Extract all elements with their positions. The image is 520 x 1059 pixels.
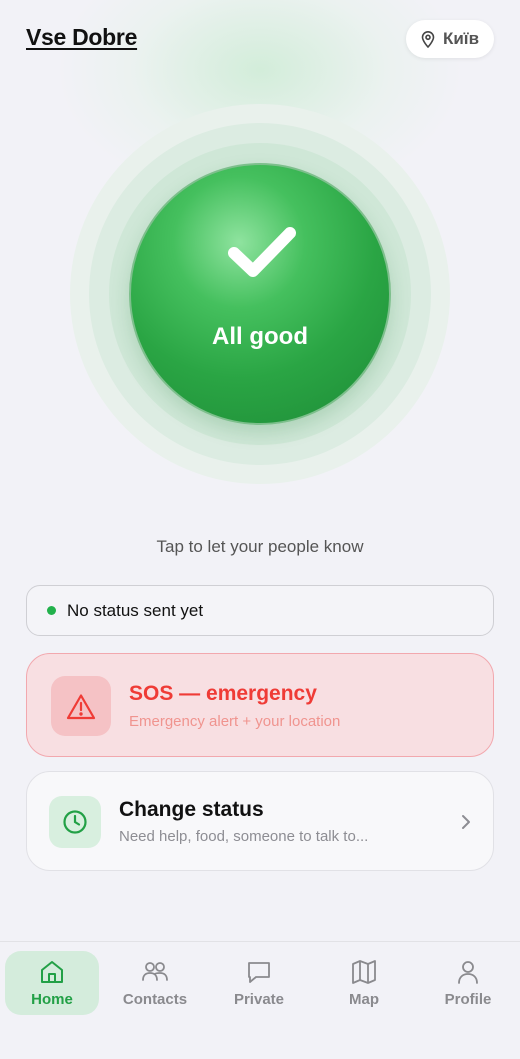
change-status-title: Change status [119,798,264,821]
tab-private-label: Private [233,991,285,1008]
tab-profile[interactable]: Profile [421,951,515,1015]
sos-subtitle: Emergency alert + your location [129,713,341,730]
all-good-button[interactable]: All good [129,163,391,425]
location-chip[interactable]: Київ [406,20,494,58]
clock-icon [49,796,101,848]
person-icon [455,959,481,985]
tab-contacts-label: Contacts [122,991,188,1008]
tab-bar: Home Contacts Private Map Profile [0,941,520,1059]
map-icon [350,959,378,985]
sos-button[interactable]: SOS — emergency Emergency alert + your l… [26,653,494,757]
tab-home[interactable]: Home [5,951,99,1015]
home-icon [39,959,65,985]
chevron-right-icon [461,814,471,835]
tab-map-label: Map [349,991,379,1008]
sos-title: SOS — emergency [129,682,317,705]
tab-private[interactable]: Private [212,951,306,1015]
last-status-card: No status sent yet [26,585,494,636]
change-status-button[interactable]: Change status Need help, food, someone t… [26,771,494,871]
tab-profile-label: Profile [444,991,492,1008]
location-label: Київ [442,29,480,48]
chat-bubble-icon [246,959,272,985]
header: Vse Dobre Київ [0,0,520,80]
app-title[interactable]: Vse Dobre [26,24,137,51]
last-status-text: No status sent yet [67,600,204,620]
status-label: All good [212,323,308,350]
warning-triangle-icon [51,676,111,736]
location-pin-icon [421,30,435,48]
hint-text: Tap to let your people know [156,537,364,556]
people-icon [141,959,169,985]
tab-home-label: Home [31,991,73,1008]
tab-contacts[interactable]: Contacts [108,951,202,1015]
status-dot [47,606,56,615]
tab-map[interactable]: Map [317,951,411,1015]
checkmark-icon [227,223,297,286]
change-status-subtitle: Need help, food, someone to talk to... [119,828,369,845]
